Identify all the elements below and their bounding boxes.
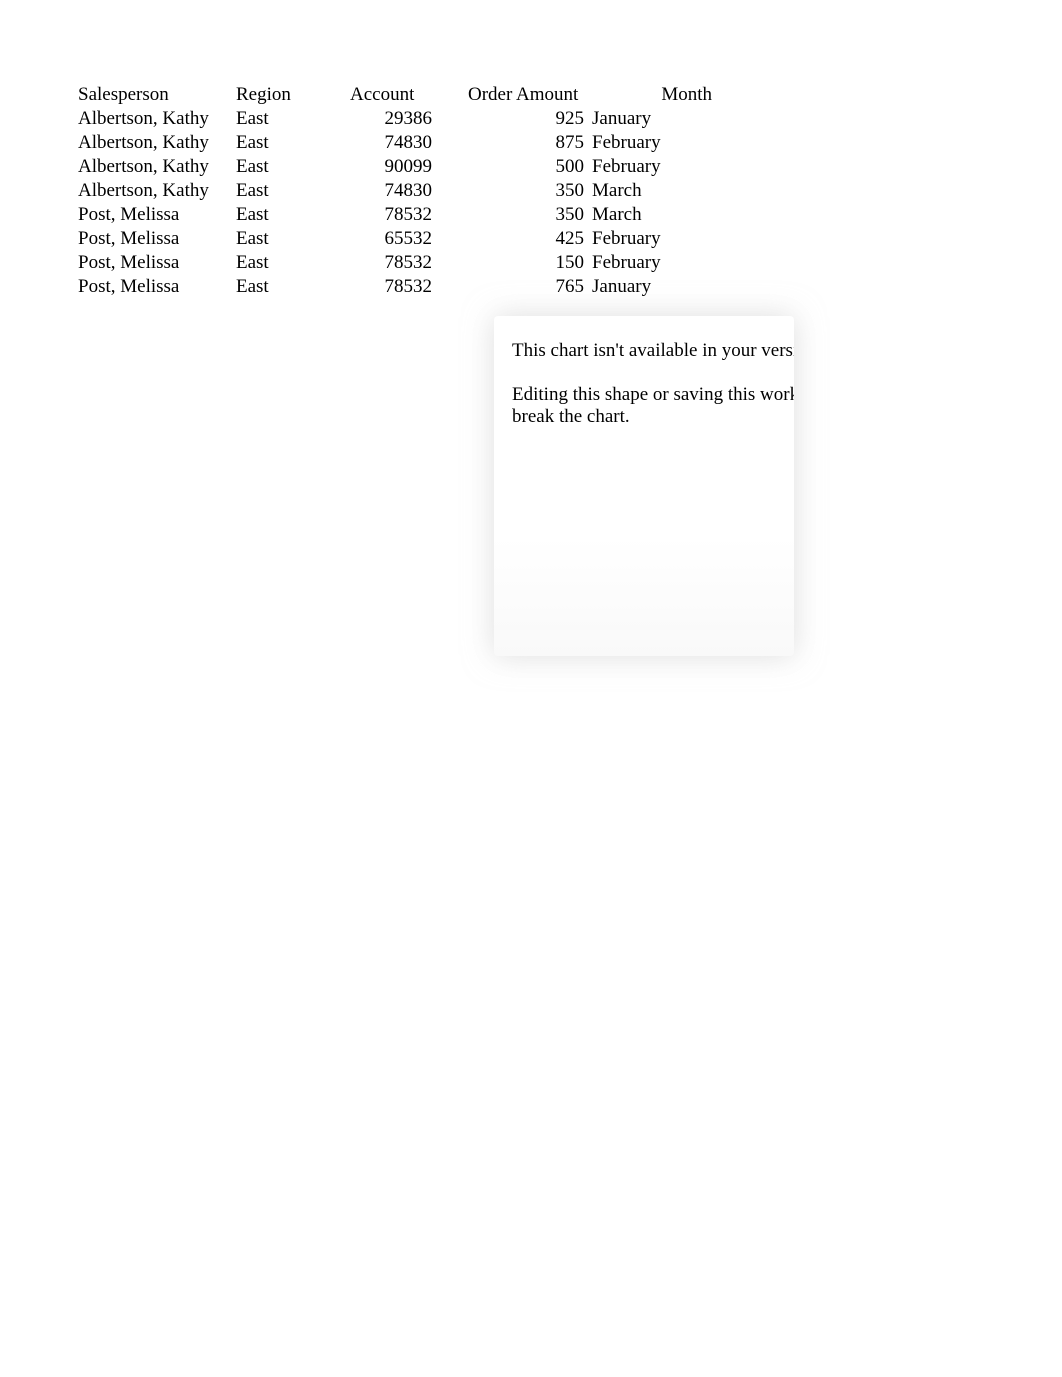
table-row: Albertson, Kathy East 74830 350 March xyxy=(78,179,712,203)
cell-region: East xyxy=(236,155,350,179)
cell-order-amount: 765 xyxy=(464,275,592,299)
table-row: Albertson, Kathy East 74830 875 February xyxy=(78,131,712,155)
cell-account: 78532 xyxy=(350,203,464,227)
data-table: Salesperson Region Account Order Amount … xyxy=(78,83,712,299)
cell-salesperson: Post, Melissa xyxy=(78,203,236,227)
cell-month: March xyxy=(592,203,712,227)
cell-month: February xyxy=(592,155,712,179)
table-row: Albertson, Kathy East 90099 500 February xyxy=(78,155,712,179)
cell-account: 90099 xyxy=(350,155,464,179)
header-salesperson: Salesperson xyxy=(78,83,236,107)
cell-region: East xyxy=(236,227,350,251)
chart-unavailable-notice: This chart isn't available in your versi… xyxy=(494,316,794,656)
table-row: Albertson, Kathy East 29386 925 January xyxy=(78,107,712,131)
table-row: Post, Melissa East 78532 150 February xyxy=(78,251,712,275)
table-header-row: Salesperson Region Account Order Amount … xyxy=(78,83,712,107)
cell-salesperson: Post, Melissa xyxy=(78,251,236,275)
cell-order-amount: 500 xyxy=(464,155,592,179)
cell-order-amount: 925 xyxy=(464,107,592,131)
cell-account: 74830 xyxy=(350,179,464,203)
cell-salesperson: Albertson, Kathy xyxy=(78,131,236,155)
cell-region: East xyxy=(236,131,350,155)
table-row: Post, Melissa East 78532 765 January xyxy=(78,275,712,299)
cell-order-amount: 150 xyxy=(464,251,592,275)
notice-text-line1: This chart isn't available in your versi xyxy=(512,340,794,362)
cell-account: 74830 xyxy=(350,131,464,155)
cell-month: January xyxy=(592,275,712,299)
header-account: Account xyxy=(350,83,464,107)
cell-order-amount: 875 xyxy=(464,131,592,155)
cell-account: 65532 xyxy=(350,227,464,251)
cell-month: February xyxy=(592,227,712,251)
cell-region: East xyxy=(236,203,350,227)
cell-account: 78532 xyxy=(350,251,464,275)
cell-salesperson: Albertson, Kathy xyxy=(78,107,236,131)
cell-month: January xyxy=(592,107,712,131)
cell-region: East xyxy=(236,275,350,299)
notice-text-line2: Editing this shape or saving this work xyxy=(512,384,794,406)
notice-text-line3: break the chart. xyxy=(512,406,794,428)
header-order-amount: Order Amount xyxy=(464,83,592,107)
cell-order-amount: 350 xyxy=(464,203,592,227)
cell-order-amount: 425 xyxy=(464,227,592,251)
cell-region: East xyxy=(236,251,350,275)
cell-salesperson: Albertson, Kathy xyxy=(78,155,236,179)
cell-salesperson: Post, Melissa xyxy=(78,227,236,251)
notice-fade-overlay xyxy=(494,536,794,656)
sales-table: Salesperson Region Account Order Amount … xyxy=(78,83,712,299)
cell-account: 78532 xyxy=(350,275,464,299)
cell-salesperson: Post, Melissa xyxy=(78,275,236,299)
cell-order-amount: 350 xyxy=(464,179,592,203)
header-region: Region xyxy=(236,83,350,107)
cell-month: March xyxy=(592,179,712,203)
cell-salesperson: Albertson, Kathy xyxy=(78,179,236,203)
table-row: Post, Melissa East 78532 350 March xyxy=(78,203,712,227)
table-row: Post, Melissa East 65532 425 February xyxy=(78,227,712,251)
cell-region: East xyxy=(236,107,350,131)
cell-month: February xyxy=(592,251,712,275)
cell-region: East xyxy=(236,179,350,203)
cell-month: February xyxy=(592,131,712,155)
cell-account: 29386 xyxy=(350,107,464,131)
header-month: Month xyxy=(592,83,712,107)
